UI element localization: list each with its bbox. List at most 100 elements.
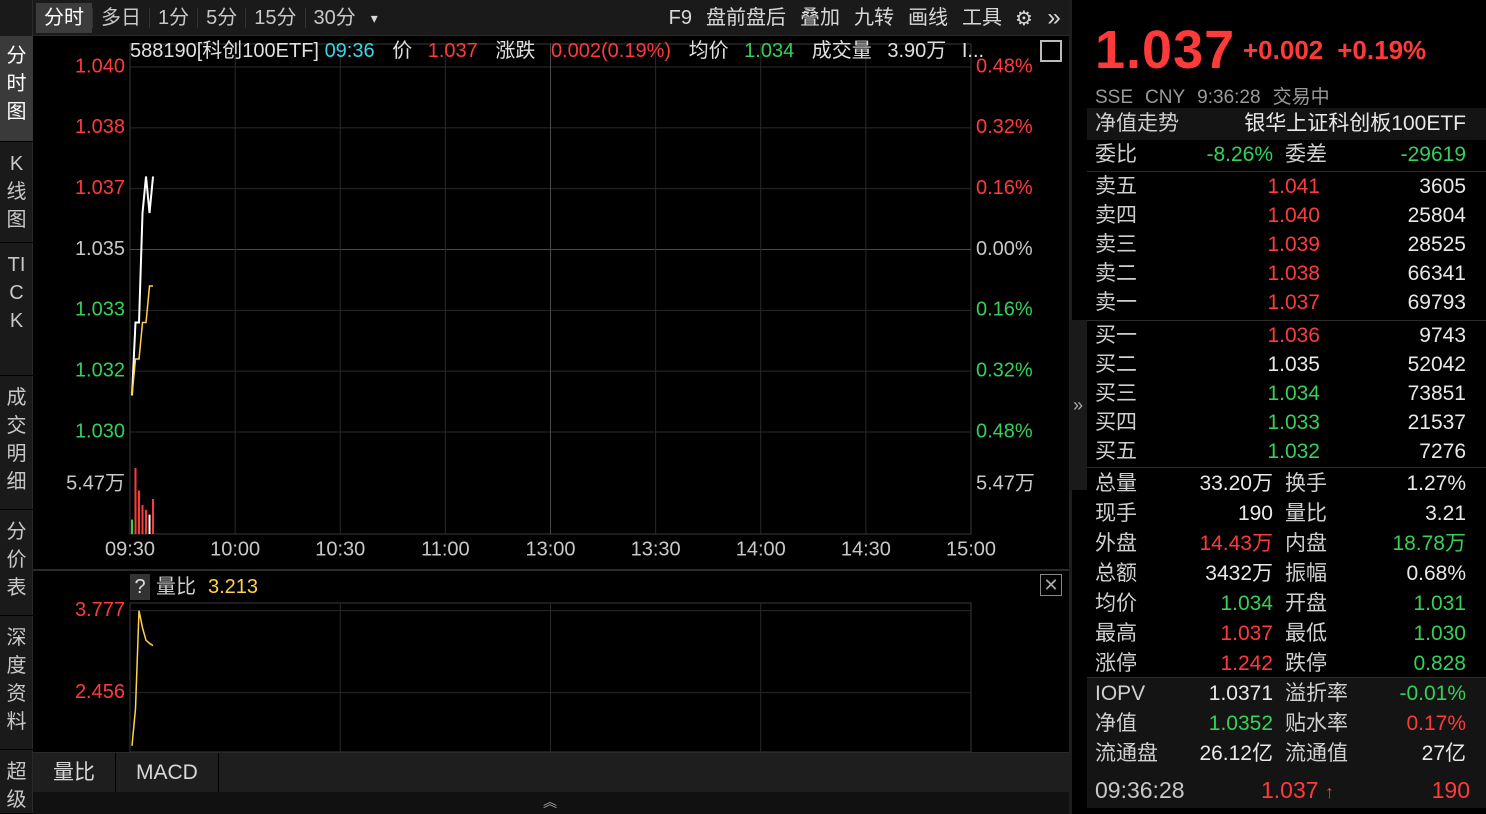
more-periods-dropdown[interactable]: ▾ <box>364 0 385 36</box>
nav-item-5[interactable]: 深度资料 <box>0 618 33 750</box>
period-tab[interactable]: 15分 <box>246 3 304 33</box>
chevron-up-icon[interactable]: ︽ <box>538 792 562 812</box>
volume-bar <box>148 514 151 534</box>
stat-value: 1.242 <box>1220 652 1273 675</box>
stat-value: 33.20万 <box>1199 472 1273 495</box>
toolbar-button[interactable]: 画线 <box>901 0 955 36</box>
period-tab[interactable]: 5分 <box>198 3 245 33</box>
nav-item-2[interactable]: TICK <box>0 245 33 376</box>
level-volume: 3605 <box>1419 175 1466 198</box>
collapse-right-panel-button[interactable]: » <box>1069 320 1087 490</box>
asks-level-row[interactable]: 卖五 1.041 3605 <box>1087 173 1486 202</box>
intraday-chart: 1.040 0.48% 1.038 0.32% 1.037 0.16% 1.035 0.00%… <box>33 43 1069 752</box>
period-tab[interactable]: 30分 <box>306 3 364 33</box>
avg-value: 1.034 <box>744 40 795 62</box>
bids-level-row[interactable]: 买二 1.035 52042 <box>1087 351 1486 380</box>
y-tick-label: 1.035 <box>75 238 125 260</box>
toolbar-button[interactable]: 工具 <box>955 0 1009 36</box>
y-right-tick-label: 0.32% <box>976 359 1033 381</box>
fund-name: 银华上证科创板100ETF <box>1244 112 1466 135</box>
level-name: 卖二 <box>1095 262 1137 285</box>
divider <box>1087 320 1486 321</box>
stat-label: 量比 <box>1285 502 1327 525</box>
nav-item-6[interactable]: 超级 <box>0 752 33 814</box>
tick-time: 09:36:28 <box>1095 777 1185 803</box>
bids-level-row[interactable]: 买一 1.036 9743 <box>1087 322 1486 351</box>
period-tabs: 分时 多日 1分 5分 15分 30分 <box>33 0 364 36</box>
nav-item-label: 分时图 <box>6 45 27 123</box>
level-name: 卖五 <box>1095 175 1137 198</box>
level-volume: 69793 <box>1407 291 1466 314</box>
etf_stats-row: 流通盘 26.12亿 流通值 27亿 <box>1087 740 1486 769</box>
layout-toggle-icon[interactable] <box>1040 40 1062 62</box>
volume-bar <box>138 490 141 534</box>
change-percent: +0.19% <box>1337 35 1427 65</box>
chart-toolbar: 分时 多日 1分 5分 15分 30分 ▾ F9 盘前盘后 叠加 九转 画线 工具 ⚙» <box>33 0 1069 36</box>
level-name: 买一 <box>1095 324 1137 347</box>
etf_stats-row: 净值 1.0352 贴水率 0.17% <box>1087 710 1486 739</box>
volume-bar <box>131 519 133 534</box>
stat-value: 3432万 <box>1205 562 1273 585</box>
level-price: 1.041 <box>1267 175 1320 198</box>
nav-item-label: 超级 <box>6 761 27 811</box>
nav-trend-label: 净值走势 <box>1095 112 1179 135</box>
sub-indicator-value: 3.213 <box>208 576 259 598</box>
nav-item-1[interactable]: K线图 <box>0 144 33 243</box>
level-price: 1.035 <box>1267 353 1320 376</box>
nav-item-label: 分价表 <box>6 521 27 599</box>
x-tick-label: 14:00 <box>736 538 786 560</box>
stat-label: IOPV <box>1095 682 1146 705</box>
bids-level-row[interactable]: 买五 1.032 7276 <box>1087 438 1486 467</box>
more-info[interactable]: I... <box>962 40 984 62</box>
volume-max-label: 5.47万 <box>66 472 125 494</box>
asks-level-row[interactable]: 卖三 1.039 28525 <box>1087 231 1486 260</box>
nav-item-3[interactable]: 成交明细 <box>0 378 33 510</box>
asks-level-row[interactable]: 卖四 1.040 25804 <box>1087 202 1486 231</box>
level-price: 1.037 <box>1267 291 1320 314</box>
toolbar-button[interactable]: 叠加 <box>793 0 847 36</box>
indicator-tabs: 量比 MACD <box>33 752 1069 793</box>
current-time: 09:36 <box>324 40 375 62</box>
sub-y-tick-label: 2.456 <box>75 681 125 703</box>
bids-level-row[interactable]: 买四 1.033 21537 <box>1087 409 1486 438</box>
stat-value: 1.034 <box>1220 592 1273 615</box>
panel-resize-bar[interactable]: ︽ <box>33 792 1069 814</box>
level-price: 1.040 <box>1267 204 1320 227</box>
stat-label: 均价 <box>1095 592 1137 615</box>
trading-status: 交易中 <box>1272 87 1330 108</box>
weibi-label: 委比 <box>1095 143 1137 166</box>
stats-row: 均价 1.034 开盘 1.031 <box>1087 590 1486 619</box>
volume-max-label-right: 5.47万 <box>976 472 1035 494</box>
toolbar-button[interactable]: F9 <box>662 0 699 36</box>
toolbar-button[interactable]: 九转 <box>847 0 901 36</box>
indicator-tab[interactable]: 量比 <box>33 752 116 793</box>
tick-volume: 190 <box>1431 777 1470 803</box>
asks-level-row[interactable]: 卖二 1.038 66341 <box>1087 260 1486 289</box>
bids-level-row[interactable]: 买三 1.034 73851 <box>1087 380 1486 409</box>
x-tick-label: 14:30 <box>841 538 891 560</box>
gear-icon[interactable]: ⚙ <box>1009 0 1039 36</box>
y-tick-label: 1.040 <box>75 55 125 77</box>
double-chevron-right-icon[interactable]: » <box>1039 0 1069 36</box>
nav-trend-row[interactable]: 净值走势 银华上证科创板100ETF <box>1087 108 1486 140</box>
stat-label: 总额 <box>1095 562 1137 585</box>
stats-row: 最高 1.037 最低 1.030 <box>1087 620 1486 649</box>
stat-value: 190 <box>1237 502 1273 525</box>
stat-label: 最高 <box>1095 622 1137 645</box>
divider <box>1087 171 1486 172</box>
y-tick-label: 1.038 <box>75 116 125 138</box>
close-icon[interactable]: ✕ <box>1040 574 1062 596</box>
weicha-label: 委差 <box>1285 143 1327 166</box>
help-icon[interactable]: ? <box>130 574 150 600</box>
indicator-tab[interactable]: MACD <box>116 752 219 793</box>
asks-level-row[interactable]: 卖一 1.037 69793 <box>1087 289 1486 318</box>
toolbar-button[interactable]: 盘前盘后 <box>699 0 793 36</box>
nav-item-4[interactable]: 分价表 <box>0 512 33 616</box>
period-tab[interactable]: 1分 <box>150 3 197 33</box>
nav-item-0[interactable]: 分时图 <box>0 36 33 142</box>
period-tab[interactable]: 多日 <box>93 3 149 33</box>
stat-value: 27亿 <box>1421 742 1466 765</box>
stat-label: 现手 <box>1095 502 1137 525</box>
nav-item-label: K线图 <box>6 153 27 231</box>
period-tab[interactable]: 分时 <box>36 2 92 33</box>
